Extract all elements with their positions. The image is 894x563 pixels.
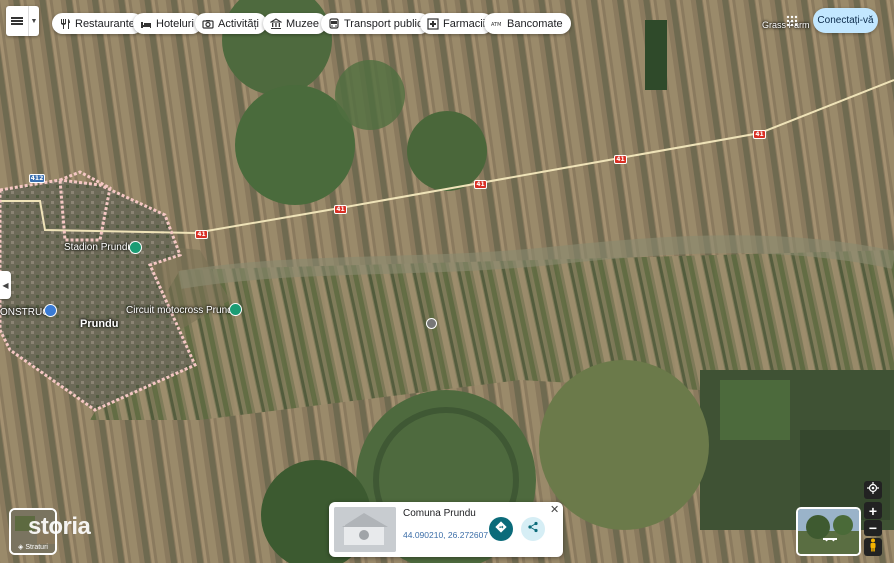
chevron-down-icon[interactable]: ▼ [29,18,39,25]
storia-watermark: storia [28,513,91,540]
menu-icon [11,12,23,30]
town-label[interactable]: Prundu [80,318,119,330]
road-shield: 41 [334,205,347,214]
apps-grid-icon[interactable] [786,14,798,27]
chip-label: Bancomate [507,17,563,30]
pegman-button[interactable] [864,538,882,556]
locate-icon [867,481,879,499]
chip-label: Activități [218,17,259,30]
zoom-out-button[interactable]: − [864,520,882,536]
layers-label: Straturi [25,544,48,551]
zoom-in-button[interactable]: + [864,502,882,519]
chip-label: Muzee [286,17,320,30]
pegman-icon [868,538,878,557]
chip-muzee[interactable]: Muzee [263,13,328,34]
layers-icon: ◈ [18,544,24,551]
chip-transport-public[interactable]: Transport public [321,13,431,34]
chip-bancomate[interactable]: ATM Bancomate [484,13,571,34]
place-coordinates[interactable]: 44.090210, 26.272607 [403,530,488,540]
chip-activitati[interactable]: Activități [195,13,267,34]
shop-pin-icon[interactable] [44,304,57,317]
pharmacy-icon [427,17,439,30]
chip-hoteluri[interactable]: Hoteluri [133,13,202,34]
close-card-button[interactable]: ✕ [550,503,559,516]
bus-icon [328,17,340,30]
directions-button[interactable] [489,517,513,541]
fork-knife-icon [59,18,71,30]
poi-circuit-label[interactable]: Circuit motocross Prundu [126,305,238,316]
chip-farmacii[interactable]: Farmacii [420,13,494,34]
poi-stadium-label[interactable]: Stadion Prundu [64,242,133,253]
place-title: Comuna Prundu [403,508,476,519]
bed-icon [140,18,152,30]
satellite-map[interactable] [0,0,894,563]
road-shield: 41 [474,180,487,189]
menu-button[interactable]: ▼ [6,6,39,36]
circuit-pin-icon[interactable] [229,303,242,316]
museum-icon [270,17,282,30]
road-shield: 41 [753,130,766,139]
road-shield: 412 [29,174,45,183]
directions-icon [495,520,507,538]
road-shield: 41 [195,230,208,239]
place-card[interactable]: Comuna Prundu 44.090210, 26.272607 ✕ [329,502,563,557]
chip-label: Farmacii [443,17,486,30]
svg-text:ATM: ATM [491,22,501,28]
chip-label: Transport public [344,17,423,30]
login-button[interactable]: Conectați-vă [813,8,878,33]
place-thumbnail[interactable] [334,507,396,552]
dropped-pin-icon[interactable] [426,318,437,329]
street-view-thumbnail[interactable] [796,507,861,556]
collapse-panel-button[interactable]: ◀ [0,271,11,299]
chip-label: Hoteluri [156,17,194,30]
road-shield: 41 [614,155,627,164]
share-icon [527,520,539,538]
chip-label: Restaurante [75,17,135,30]
stadium-pin-icon[interactable] [129,241,142,254]
locate-button[interactable] [864,481,882,499]
share-button[interactable] [521,517,545,541]
atm-icon: ATM [491,18,503,30]
chip-restaurante[interactable]: Restaurante [52,13,143,34]
camera-icon [202,18,214,30]
